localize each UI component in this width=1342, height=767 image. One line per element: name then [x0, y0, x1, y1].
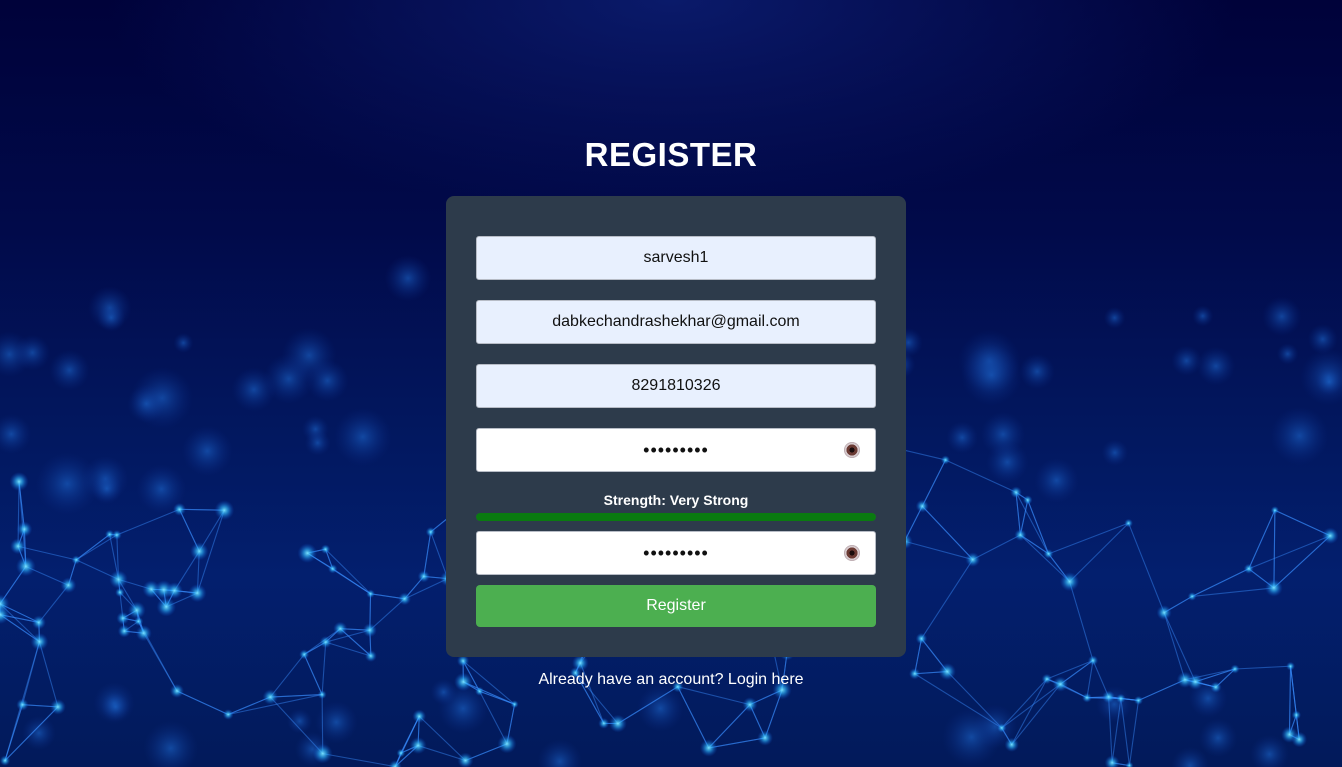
eye-icon[interactable]	[844, 545, 860, 561]
password-strength-label: Strength: Very Strong	[603, 492, 749, 508]
username-input[interactable]	[476, 236, 876, 280]
password-input[interactable]	[476, 428, 876, 472]
login-link[interactable]: Login here	[728, 671, 804, 688]
phone-input[interactable]	[476, 364, 876, 408]
password-strength-fill	[476, 513, 876, 521]
login-prompt: Already have an account? Login here	[0, 671, 1342, 689]
eye-icon[interactable]	[844, 442, 860, 458]
email-input[interactable]	[476, 300, 876, 344]
confirm-password-input[interactable]	[476, 531, 876, 575]
register-card: Strength: Very Strong Register	[446, 196, 906, 657]
login-prompt-text: Already have an account?	[538, 671, 724, 688]
page-title: REGISTER	[584, 136, 758, 173]
register-button[interactable]: Register	[476, 585, 876, 627]
password-strength-bar	[476, 513, 876, 521]
